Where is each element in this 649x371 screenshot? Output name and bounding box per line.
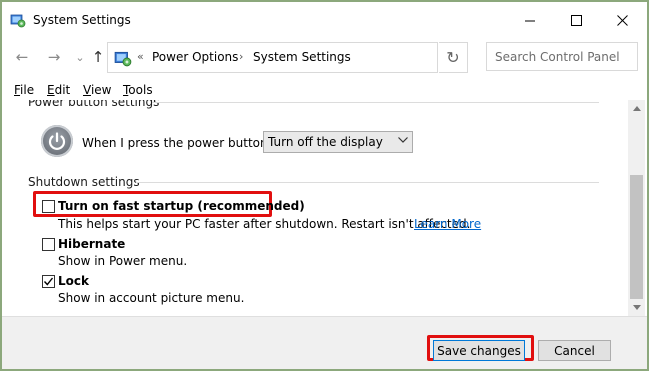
fast-startup-label[interactable]: Turn on fast startup (recommended) [58, 199, 305, 213]
menu-edit[interactable]: Edit [47, 83, 70, 97]
control-panel-icon [10, 14, 26, 28]
chevron-down-icon [398, 137, 408, 143]
fast-startup-description: This helps start your PC faster after sh… [58, 217, 471, 231]
scroll-down-icon [632, 305, 641, 310]
lock-label[interactable]: Lock [58, 274, 89, 288]
refresh-icon: ↻ [446, 48, 460, 67]
close-icon [616, 14, 628, 26]
dialog-footer: Save changes Cancel [2, 316, 647, 369]
search-input[interactable] [486, 42, 638, 71]
power-section-header: Power button settings [28, 100, 160, 109]
navigation-bar: ← → ⌄ ↑ « Power Options › System Setting… [2, 38, 647, 78]
system-settings-window: System Settings ← → ⌄ ↑ « Power Options … [2, 2, 647, 369]
lock-description: Show in account picture menu. [58, 291, 245, 305]
window-title: System Settings [33, 13, 131, 27]
title-bar: System Settings [2, 2, 647, 38]
shutdown-section-header: Shutdown settings [28, 175, 140, 189]
control-panel-icon [114, 51, 132, 67]
forward-arrow-icon: → [47, 48, 61, 66]
save-changes-button[interactable]: Save changes [433, 340, 525, 361]
power-button-action-select[interactable]: Turn off the display [263, 131, 413, 153]
breadcrumb-overflow-icon[interactable]: « [137, 50, 144, 63]
back-arrow-icon: ← [15, 48, 29, 66]
forward-button[interactable]: → [45, 48, 63, 66]
menu-view[interactable]: View [83, 83, 111, 97]
power-button-action-value: Turn off the display [268, 135, 383, 149]
breadcrumb-power-options[interactable]: Power Options [152, 50, 238, 64]
menu-bar: File Edit View Tools [2, 78, 647, 100]
up-arrow-icon: ↑ [91, 48, 105, 66]
settings-content: Power button settings When I press the p… [2, 100, 628, 316]
refresh-button[interactable]: ↻ [439, 42, 468, 73]
vertical-scrollbar[interactable] [628, 100, 645, 316]
minimize-icon [524, 20, 535, 21]
breadcrumb-separator-icon[interactable]: › [239, 50, 243, 63]
chevron-down-icon: ⌄ [75, 50, 85, 64]
scroll-down-button[interactable] [628, 299, 645, 316]
section-divider [152, 102, 599, 103]
breadcrumb-system-settings[interactable]: System Settings [253, 50, 351, 64]
recent-locations-button[interactable]: ⌄ [71, 48, 89, 66]
cancel-button[interactable]: Cancel [538, 340, 611, 361]
hibernate-label[interactable]: Hibernate [58, 237, 125, 251]
menu-tools[interactable]: Tools [123, 83, 153, 97]
up-button[interactable]: ↑ [89, 48, 107, 66]
learn-more-link[interactable]: Learn More [414, 217, 481, 231]
section-divider [136, 182, 599, 183]
address-bar[interactable]: « Power Options › System Settings [107, 42, 536, 73]
power-symbol-icon [48, 132, 66, 150]
menu-file[interactable]: File [14, 83, 34, 97]
back-button[interactable]: ← [13, 48, 31, 66]
minimize-button[interactable] [507, 2, 553, 38]
lock-checkbox[interactable] [42, 275, 55, 288]
power-button-label: When I press the power button: [82, 136, 272, 150]
scroll-up-icon [632, 106, 641, 111]
fast-startup-checkbox[interactable] [42, 200, 55, 213]
hibernate-description: Show in Power menu. [58, 254, 188, 268]
hibernate-checkbox[interactable] [42, 238, 55, 251]
scroll-up-button[interactable] [628, 100, 645, 117]
scrollbar-thumb[interactable] [630, 175, 643, 299]
maximize-button[interactable] [553, 2, 599, 38]
close-button[interactable] [599, 2, 645, 38]
maximize-icon [570, 14, 582, 26]
power-button-icon [41, 125, 73, 157]
checkmark-icon [43, 277, 54, 286]
